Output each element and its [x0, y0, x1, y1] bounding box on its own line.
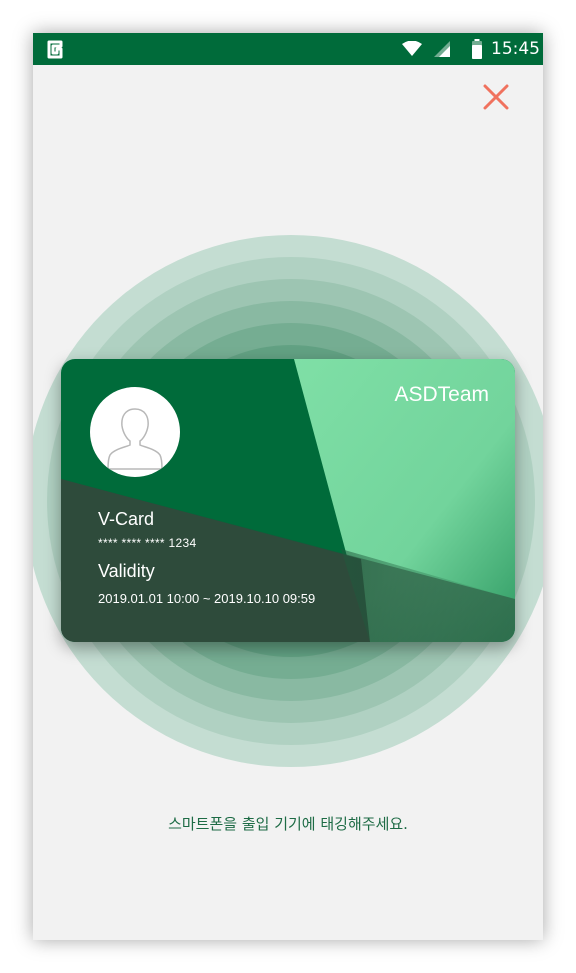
avatar	[90, 387, 180, 477]
card-team-name: ASDTeam	[394, 383, 489, 406]
wifi-icon	[402, 41, 422, 56]
phone-screen: 15:45 ASDTeam V-Card **** **** **** 1234…	[33, 33, 543, 940]
user-avatar-icon	[107, 408, 163, 470]
battery-icon	[472, 39, 482, 59]
card-number: **** **** **** 1234	[98, 536, 197, 550]
status-bar: 15:45	[33, 33, 543, 65]
close-icon	[483, 84, 509, 110]
card-title: V-Card	[98, 509, 155, 529]
close-button[interactable]	[480, 81, 512, 113]
validity-value: 2019.01.01 10:00 ~ 2019.10.10 09:59	[98, 591, 316, 606]
app-logo-icon	[47, 40, 63, 59]
tag-instruction: 스마트폰을 출입 기기에 태깅해주세요.	[168, 815, 408, 833]
signal-icon	[434, 41, 450, 57]
status-time: 15:45	[491, 39, 540, 59]
validity-label: Validity	[98, 561, 155, 581]
v-card: ASDTeam V-Card **** **** **** 1234 Valid…	[61, 359, 515, 642]
